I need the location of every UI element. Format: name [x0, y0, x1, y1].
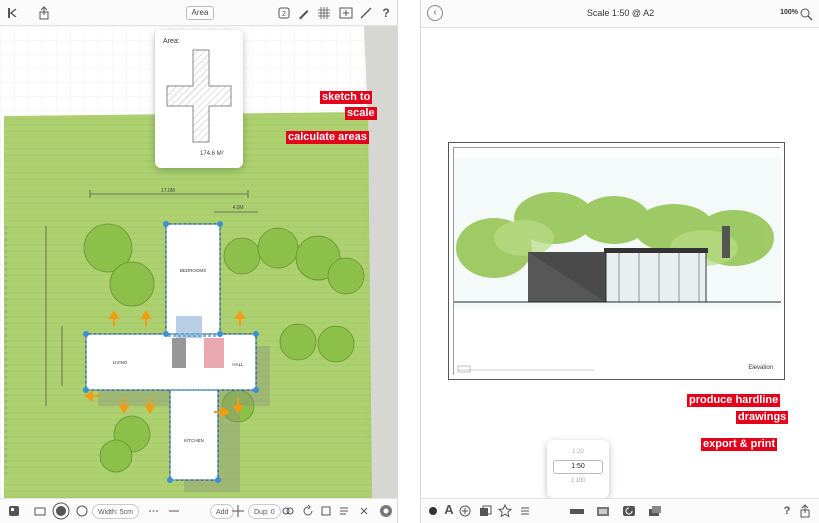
- callout-drawings: drawings: [736, 411, 789, 424]
- text-tool-button[interactable]: A: [441, 502, 457, 518]
- help-button-right[interactable]: ?: [779, 503, 795, 519]
- back-arrow-icon[interactable]: [6, 5, 22, 21]
- refresh-icon[interactable]: [621, 503, 637, 519]
- pages-icon[interactable]: [477, 503, 493, 519]
- scale-option-below[interactable]: 1:100: [547, 478, 609, 484]
- callout-produce-hardline: produce hardline: [687, 394, 781, 407]
- area-value: 174.6 M²: [200, 151, 224, 157]
- scale-option-selected[interactable]: 1:50: [553, 460, 603, 474]
- sketch-bottom-toolbar: Width: 5cm Add Dup: 0: [0, 498, 397, 523]
- pen-icon[interactable]: [296, 5, 312, 21]
- callout-sketch-to: sketch to: [320, 91, 373, 104]
- help-button[interactable]: ?: [378, 5, 394, 21]
- zoom-level[interactable]: 100%: [780, 9, 798, 16]
- drawing-toolbar: ‹ Scale 1:50 @ A2 100%: [421, 0, 819, 28]
- grid-icon[interactable]: [316, 5, 332, 21]
- room-label-kitchen: KITCHEN: [184, 438, 204, 443]
- sketch-canvas[interactable]: 17.0M 4.0M BEDROOMS LIVING HALL KITCHEN …: [0, 26, 397, 498]
- rectangle-tool-icon[interactable]: [32, 503, 48, 519]
- elevation-label: Elevation: [748, 365, 773, 371]
- drawing-sheet[interactable]: Elevation: [448, 142, 785, 380]
- scale-ruler-icon[interactable]: [569, 503, 585, 519]
- drawing-bottom-toolbar: A ?: [421, 498, 819, 523]
- tool-palette-icon[interactable]: [6, 503, 22, 519]
- insert-icon[interactable]: [338, 5, 354, 21]
- callout-export-print: export & print: [701, 438, 778, 451]
- room-label-hall: HALL: [232, 362, 244, 367]
- share-export-icon[interactable]: [797, 503, 813, 519]
- color-dot-icon[interactable]: [425, 503, 441, 519]
- link-icon[interactable]: [280, 503, 296, 519]
- callout-scale: scale: [345, 107, 377, 120]
- area-shape-preview: [166, 49, 232, 143]
- drawing-sheet-frame: Elevation: [453, 147, 781, 376]
- callout-calculate-areas: calculate areas: [286, 131, 369, 144]
- sketch-toolbar: Area 2 ?: [0, 0, 397, 26]
- add-circle-icon[interactable]: [457, 503, 473, 519]
- flip-icon[interactable]: [318, 503, 334, 519]
- area-label: Area:: [163, 38, 180, 45]
- drawing-panel: ‹ Scale 1:50 @ A2 100% Elevation produce…: [420, 0, 819, 523]
- scale-option-above[interactable]: 1:20: [547, 449, 609, 455]
- share-icon[interactable]: [36, 5, 52, 21]
- area-tab[interactable]: Area: [186, 6, 214, 20]
- menu-icon[interactable]: [517, 503, 533, 519]
- duplicate-control[interactable]: Dup: 0: [248, 504, 281, 519]
- app-screenshot: Area 2 ? 17.0M 4.0M BEDROOMS LIVING HALL…: [0, 0, 819, 523]
- brush-size-icon[interactable]: [52, 502, 70, 520]
- search-icon[interactable]: [798, 6, 814, 22]
- layers-icon[interactable]: 2: [276, 5, 292, 21]
- svg-text:2: 2: [282, 11, 286, 18]
- close-icon[interactable]: [356, 503, 372, 519]
- scale-picker[interactable]: 1:20 1:50 1:100: [547, 440, 609, 498]
- dimension-mid: 4.0M: [232, 205, 243, 211]
- star-icon[interactable]: [497, 503, 513, 519]
- list-icon[interactable]: [336, 503, 352, 519]
- sheet-size-icon[interactable]: [595, 503, 611, 519]
- settings-icon[interactable]: [378, 503, 394, 519]
- layers-stack-icon[interactable]: [647, 503, 663, 519]
- line-style-icon[interactable]: [166, 503, 182, 519]
- color-swatch-icon[interactable]: [74, 503, 90, 519]
- dash-style-icon[interactable]: [146, 503, 162, 519]
- area-popover: Area: 174.6 M²: [155, 30, 243, 168]
- room-label-living: LIVING: [113, 360, 128, 365]
- room-label-bedrooms: BEDROOMS: [180, 268, 206, 273]
- elevation-drawing: [454, 148, 781, 376]
- rotate-icon[interactable]: [300, 503, 316, 519]
- ruler-icon[interactable]: [358, 5, 374, 21]
- sketch-panel: Area 2 ? 17.0M 4.0M BEDROOMS LIVING HALL…: [0, 0, 398, 523]
- move-icon[interactable]: [230, 503, 246, 519]
- width-control[interactable]: Width: 5cm: [92, 504, 140, 519]
- dimension-top: 17.0M: [161, 188, 175, 194]
- drawing-title: Scale 1:50 @ A2: [586, 8, 655, 18]
